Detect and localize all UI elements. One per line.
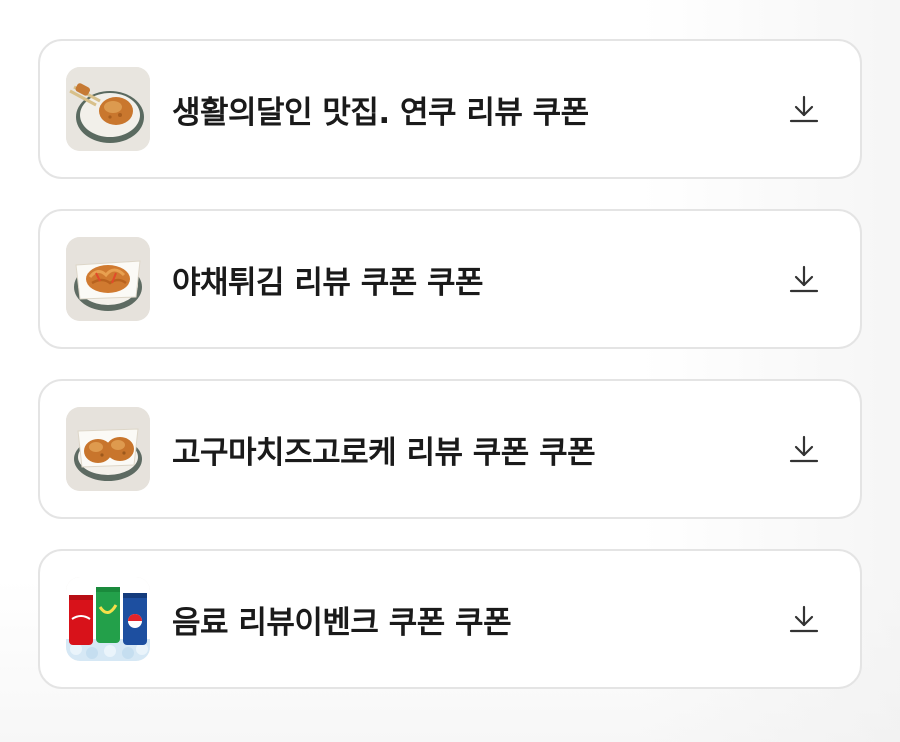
coupon-list: 생활의달인 맛집. 연쿠 리뷰 쿠폰 야채튀김 리뷰 쿠폰 쿠폰 고구마치즈고로… (38, 39, 862, 719)
coupon-title: 생활의달인 맛집. 연쿠 리뷰 쿠폰 (172, 94, 589, 131)
coupon-card[interactable]: 야채튀김 리뷰 쿠폰 쿠폰 (38, 209, 862, 349)
download-icon[interactable] (786, 261, 822, 297)
coupon-title: 고구마치즈고로케 리뷰 쿠폰 쿠폰 (172, 434, 596, 471)
coupon-title: 음료 리뷰이벤크 쿠폰 쿠폰 (172, 604, 512, 641)
download-icon[interactable] (786, 431, 822, 467)
fried-croquette-plate-icon (66, 67, 150, 151)
download-icon[interactable] (786, 91, 822, 127)
download-icon[interactable] (786, 601, 822, 637)
coupon-title: 야채튀김 리뷰 쿠폰 쿠폰 (172, 264, 484, 301)
coupon-card[interactable]: 고구마치즈고로케 리뷰 쿠폰 쿠폰 (38, 379, 862, 519)
vegetable-fritter-plate-icon (66, 237, 150, 321)
soda-cans-icon (66, 577, 150, 661)
sweet-potato-croquette-plate-icon (66, 407, 150, 491)
coupon-card[interactable]: 생활의달인 맛집. 연쿠 리뷰 쿠폰 (38, 39, 862, 179)
coupon-card[interactable]: 음료 리뷰이벤크 쿠폰 쿠폰 (38, 549, 862, 689)
